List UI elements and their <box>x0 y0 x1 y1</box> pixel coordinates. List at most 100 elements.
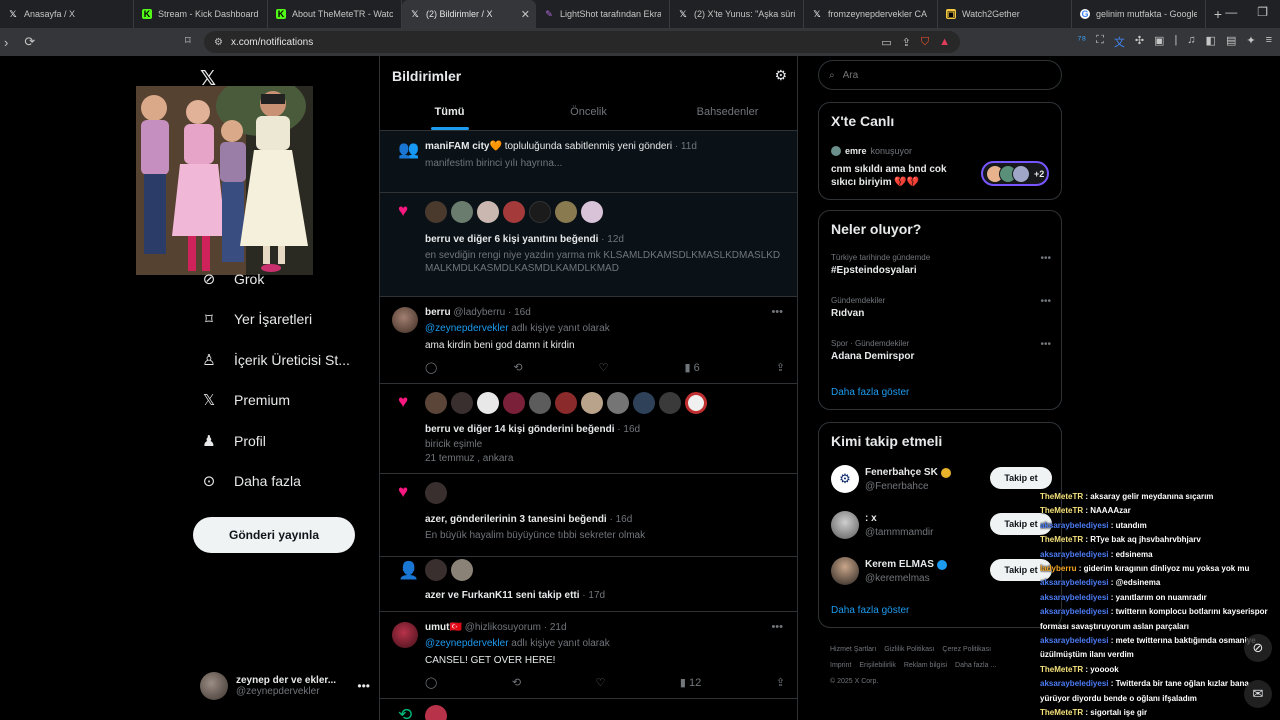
avatar[interactable] <box>392 307 418 333</box>
trend-item[interactable]: Spor · Gündemdekiler Adana Demirspor ••• <box>831 339 1051 362</box>
close-tab-icon[interactable]: ✕ <box>521 8 530 21</box>
avatar[interactable] <box>529 201 551 223</box>
nav-item-creator-studio[interactable]: ♙ İçerik Üreticisi St... <box>200 351 350 369</box>
browser-tab-notifications[interactable]: 𝕏 (2) Bildirimler / X ✕ <box>402 0 536 28</box>
search-box[interactable]: ⌕ <box>818 60 1062 90</box>
avatar[interactable] <box>425 392 447 414</box>
repost-icon[interactable]: ⟲ <box>512 676 521 689</box>
wallet-icon[interactable]: ▤ <box>1226 34 1236 50</box>
browser-tab-kick-about[interactable]: K About TheMeteTR - Watch <box>268 0 402 28</box>
follow-button[interactable]: Takip et <box>990 467 1052 489</box>
follow-show-more[interactable]: Daha fazla göster <box>831 605 909 616</box>
search-input[interactable] <box>842 69 1023 81</box>
live-space-title[interactable]: cnm sıkıldı ama bnd cok sıkıcı biriyim 💔… <box>831 163 971 189</box>
nav-item-profile[interactable]: ♟ Profil <box>200 432 266 450</box>
footer-link[interactable]: Çerez Politikası <box>942 646 991 653</box>
grok-float-icon[interactable]: ⊘ <box>1244 634 1272 662</box>
more-dots-icon[interactable]: ••• <box>1040 296 1051 307</box>
translate-extension-icon[interactable]: ⁷⁸ <box>1077 34 1086 50</box>
browser-tab-lightshot[interactable]: ✎ LightShot tarafından Ekran <box>536 0 670 28</box>
tab-all[interactable]: Tümü <box>380 96 519 130</box>
share-icon[interactable]: ⇪ <box>902 36 911 49</box>
extension-icon[interactable]: ⛶ <box>1096 34 1104 50</box>
trend-item[interactable]: Gündemdekiler Rıdvan ••• <box>831 296 1051 319</box>
avatar[interactable] <box>477 392 499 414</box>
views-action[interactable]: ▮ 12 <box>680 676 701 689</box>
reply-mention-link[interactable]: @zeynepdervekler <box>425 638 509 649</box>
more-dots-icon[interactable]: ••• <box>771 621 783 633</box>
post-time[interactable]: · 16d <box>508 307 531 318</box>
minimize-icon[interactable]: — <box>1225 5 1237 19</box>
maximize-icon[interactable]: ❐ <box>1257 5 1268 19</box>
url-text[interactable]: x.com/notifications <box>231 37 313 48</box>
post-button[interactable]: Gönderi yayınla <box>193 517 355 553</box>
messages-icon[interactable]: ✉ <box>1244 680 1272 708</box>
menu-icon[interactable]: ≡ <box>1266 34 1272 50</box>
browser-tab-x-search[interactable]: 𝕏 fromzeynepdervekler CA <box>804 0 938 28</box>
browser-tab-home[interactable]: 𝕏 Anasayfa / X <box>0 0 134 28</box>
repost-icon[interactable]: ⟲ <box>513 361 522 374</box>
cast-icon[interactable]: ▭ <box>881 36 891 49</box>
more-dots-icon[interactable]: ••• <box>357 679 370 693</box>
avatar[interactable] <box>425 201 447 223</box>
nav-item-bookmarks[interactable]: ⌑ Yer İşaretleri <box>200 310 312 328</box>
trend-item[interactable]: Türkiye tarihinde gündemde #Epsteindosya… <box>831 253 1051 276</box>
avatar[interactable] <box>555 201 577 223</box>
footer-link[interactable]: Daha fazla ... <box>955 662 996 669</box>
footer-link[interactable]: Hizmet Şartları <box>830 646 876 653</box>
like-icon[interactable]: ♡ <box>599 361 609 374</box>
like-icon[interactable]: ♡ <box>596 676 606 689</box>
avatar[interactable] <box>529 392 551 414</box>
post-author-name[interactable]: berru <box>425 307 451 318</box>
footer-link[interactable]: Reklam bilgisi <box>904 662 947 669</box>
avatar[interactable] <box>633 392 655 414</box>
tab-mentions[interactable]: Bahsedenler <box>658 96 797 130</box>
avatar[interactable] <box>503 392 525 414</box>
notification-repost-partial[interactable]: ⟲ <box>380 699 797 720</box>
browser-tab-kick-dashboard[interactable]: K Stream - Kick Dashboard <box>134 0 268 28</box>
footer-link[interactable]: Gizlilik Politikası <box>884 646 934 653</box>
avatar[interactable] <box>425 705 447 720</box>
avatar[interactable] <box>477 201 499 223</box>
avatar[interactable] <box>581 201 603 223</box>
more-dots-icon[interactable]: ••• <box>1040 339 1051 350</box>
share-icon[interactable]: ⇪ <box>776 361 785 374</box>
share-icon[interactable]: ⇪ <box>776 676 785 689</box>
gear-icon[interactable]: ⚙ <box>774 67 787 84</box>
post-author-name[interactable]: umut <box>425 622 449 633</box>
site-info-icon[interactable]: ⚙ <box>214 37 223 48</box>
translate-icon[interactable]: 文 <box>1114 34 1125 50</box>
footer-link[interactable]: Erişilebilirlik <box>859 662 896 669</box>
avatar[interactable] <box>659 392 681 414</box>
reply-mention-link[interactable]: @zeynepdervekler <box>425 323 509 334</box>
reload-icon[interactable]: ⟳ <box>24 34 35 50</box>
forward-icon[interactable]: › <box>4 35 8 50</box>
brave-rewards-icon[interactable]: ▲ <box>939 36 950 49</box>
reply-post[interactable]: berru @ladyberru · 16d ••• @zeynepdervek… <box>380 297 797 384</box>
avatar[interactable] <box>685 392 707 414</box>
omnibox[interactable]: ⚙ x.com/notifications ▭ ⇪ ⛉ ▲ <box>204 31 960 53</box>
footer-link[interactable]: Imprint <box>830 662 851 669</box>
views-action[interactable]: ▮ 6 <box>685 361 700 374</box>
live-host[interactable]: emre konuşuyor <box>831 146 912 156</box>
browser-tab-watch2gether[interactable]: ▣ Watch2Gether <box>938 0 1072 28</box>
tab-priority[interactable]: Öncelik <box>519 96 658 130</box>
notification-likes-multiple[interactable]: ♥ azer, gönderilerinin 3 tanesini beğend… <box>380 474 797 557</box>
screenshot-icon[interactable]: ▣ <box>1154 34 1164 50</box>
notification-likes-reply[interactable]: ♥ berru ve diğer 6 kişi yanıtını beğendi… <box>380 193 797 297</box>
avatar[interactable] <box>555 392 577 414</box>
avatar[interactable] <box>451 201 473 223</box>
more-dots-icon[interactable]: ••• <box>1040 253 1051 264</box>
avatar[interactable] <box>451 392 473 414</box>
reply-icon[interactable]: ◯ <box>425 676 437 689</box>
avatar[interactable] <box>607 392 629 414</box>
account-switcher[interactable]: zeynep der ve ekler... @zeynepdervekler … <box>200 672 370 700</box>
notification-community-post[interactable]: 👥 maniFAM city🧡 topluluğunda sabitlenmiş… <box>380 131 797 193</box>
reply-post[interactable]: umut🇹🇷 @hizlikosuyorum · 21d ••• @zeynep… <box>380 612 797 699</box>
post-author-handle[interactable]: @ladyberru <box>453 307 505 318</box>
avatar[interactable] <box>425 559 447 581</box>
avatar[interactable] <box>425 482 447 504</box>
brave-shield-icon[interactable]: ⛉ <box>921 36 929 49</box>
more-dots-icon[interactable]: ••• <box>771 306 783 318</box>
avatar[interactable] <box>503 201 525 223</box>
